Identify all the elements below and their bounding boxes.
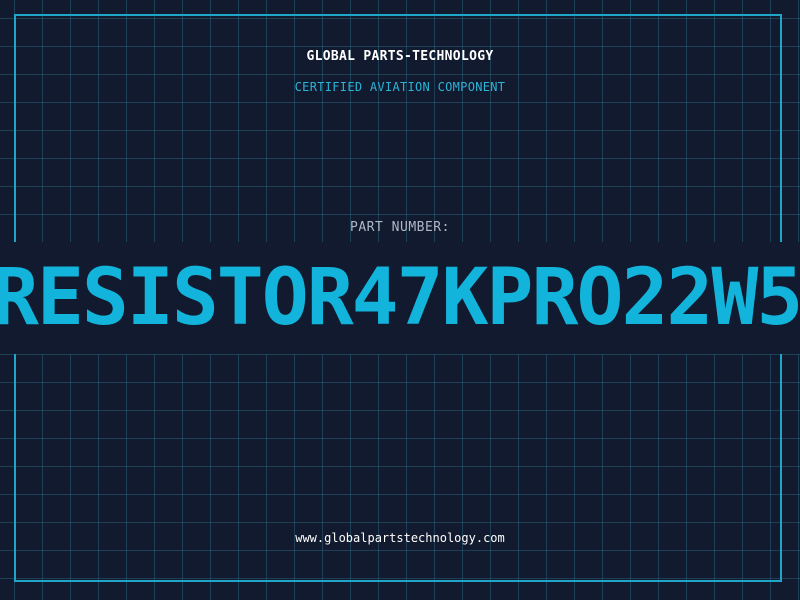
- part-number-value: RESISTOR47KPRO22W5: [0, 253, 800, 343]
- company-name: GLOBAL PARTS-TECHNOLOGY: [306, 49, 494, 64]
- website-url: www.globalpartstechnology.com: [295, 531, 505, 545]
- part-number-band: RESISTOR47KPRO22W5: [0, 242, 800, 354]
- part-number-label: PART NUMBER:: [350, 220, 450, 235]
- certification-subtitle: CERTIFIED AVIATION COMPONENT: [294, 80, 506, 94]
